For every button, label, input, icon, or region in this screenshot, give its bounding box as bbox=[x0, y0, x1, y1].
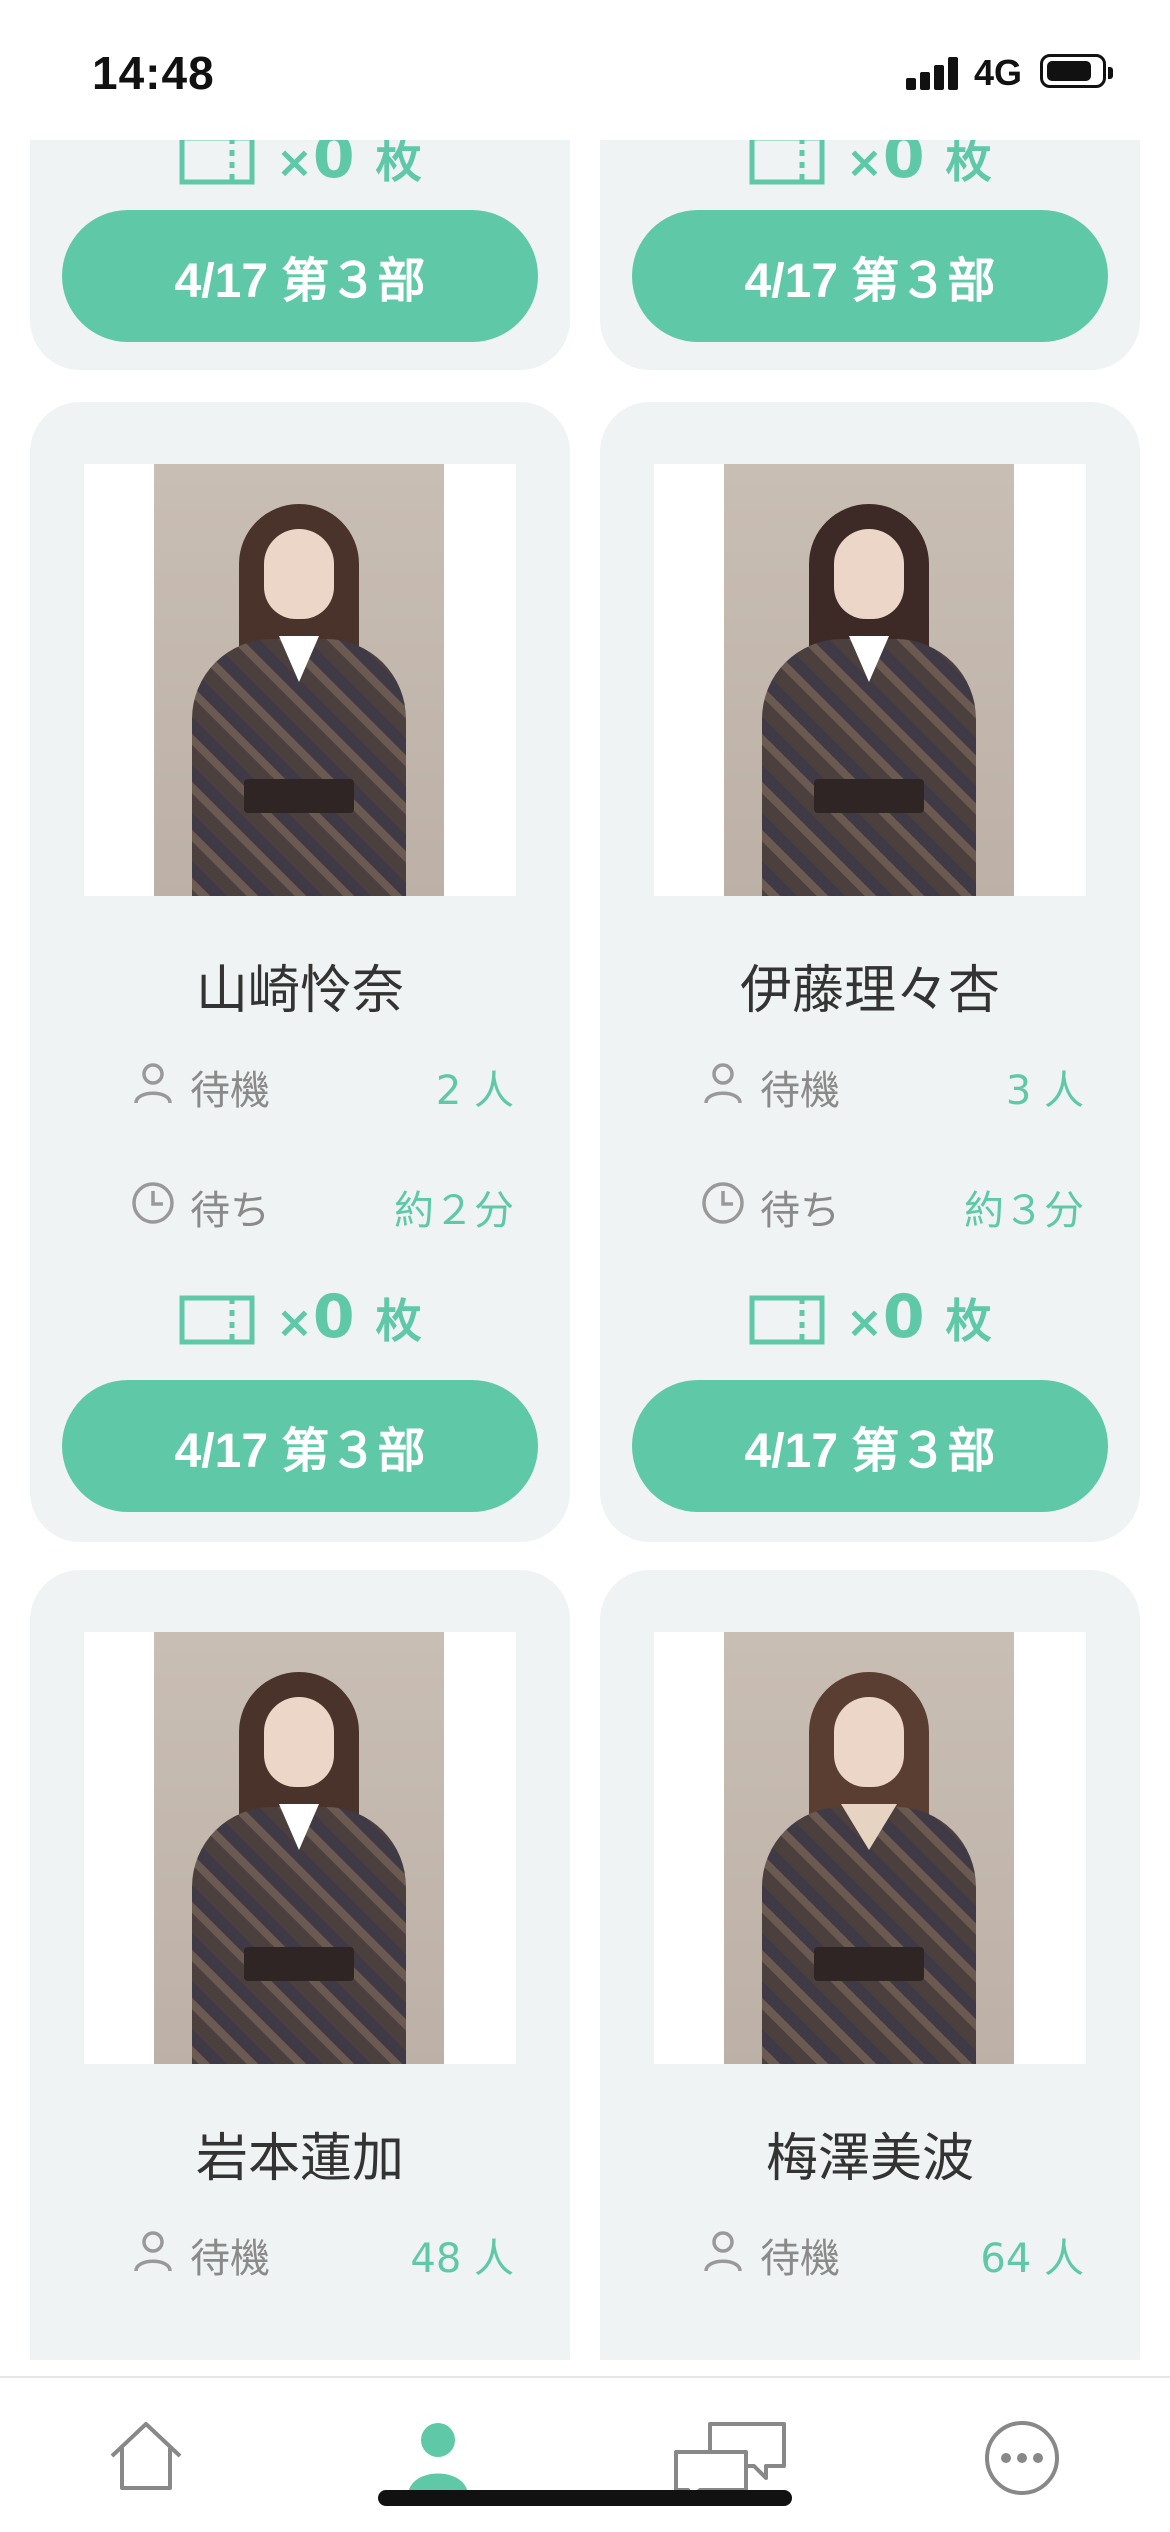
ticket-count: ×0 枚 bbox=[276, 1282, 422, 1352]
wait-count-row: 待機 2 人 bbox=[130, 1054, 530, 1114]
member-photo-frame bbox=[84, 464, 516, 896]
time-value: 約２分 bbox=[394, 1188, 514, 1234]
clock-icon bbox=[132, 1182, 174, 1224]
session-button[interactable]: 4/17 第３部 bbox=[632, 1380, 1108, 1512]
ticket-icon bbox=[179, 1295, 255, 1345]
wait-value: 48 人 bbox=[410, 2236, 514, 2282]
member-photo bbox=[724, 1632, 1014, 2064]
network-type: 4G bbox=[974, 52, 1023, 93]
person-icon bbox=[704, 1063, 742, 1104]
wait-label: 待機 bbox=[190, 2236, 270, 2282]
wait-count-row: 待機 3 人 bbox=[700, 1054, 1100, 1114]
wait-value: 2 人 bbox=[435, 1068, 514, 1114]
person-icon bbox=[134, 1063, 172, 1104]
person-icon bbox=[704, 2231, 742, 2272]
session-button[interactable]: 4/17 第３部 bbox=[632, 210, 1108, 342]
tab-members[interactable] bbox=[292, 2378, 584, 2532]
tab-messages[interactable] bbox=[584, 2378, 876, 2532]
wait-time-row: 待ち 約３分 bbox=[700, 1174, 1100, 1234]
wait-time-row: 待ち 約２分 bbox=[130, 1174, 530, 1234]
ticket-icon bbox=[749, 1295, 825, 1345]
member-card[interactable]: 伊藤理々杏 待機 3 人 待ち 約３分 ×0 枚 4/17 第３部 bbox=[600, 402, 1140, 1542]
tab-home[interactable] bbox=[0, 2378, 292, 2532]
more-icon bbox=[985, 2421, 1059, 2495]
member-photo bbox=[724, 464, 1014, 896]
status-time: 14:48 bbox=[92, 47, 215, 99]
ticket-count: ×0 枚 bbox=[846, 1282, 992, 1352]
wait-count-row: 待機 64 人 bbox=[700, 2222, 1100, 2282]
ticket-icon bbox=[179, 135, 255, 185]
person-icon bbox=[408, 2423, 468, 2496]
wait-count-row: 待機 48 人 bbox=[130, 2222, 530, 2282]
home-icon bbox=[110, 2422, 182, 2490]
member-name: 岩本蓮加 bbox=[195, 2129, 404, 2189]
person-icon bbox=[134, 2231, 172, 2272]
wait-value: 3 人 bbox=[1005, 1068, 1084, 1114]
member-card[interactable]: 岩本蓮加 待機 48 人 bbox=[30, 1570, 570, 2360]
wait-value: 64 人 bbox=[980, 2236, 1084, 2282]
member-photo-frame bbox=[84, 1632, 516, 2064]
ticket-count-row: ×0 枚 bbox=[30, 1282, 570, 1356]
member-photo-frame bbox=[654, 1632, 1086, 2064]
ticket-count-row: ×0 枚 bbox=[600, 1282, 1140, 1356]
app-screen: 14:48 4G ×0 枚 4/17 第３部 ×0 枚 4/17 第３部 山崎怜… bbox=[0, 0, 1170, 2532]
status-bar: 14:48 4G bbox=[0, 0, 1170, 140]
time-label: 待ち bbox=[760, 1188, 840, 1234]
clock-icon bbox=[702, 1182, 744, 1224]
tab-bar bbox=[0, 2376, 1170, 2532]
time-label: 待ち bbox=[190, 1188, 270, 1234]
session-button[interactable]: 4/17 第３部 bbox=[62, 210, 538, 342]
member-photo bbox=[154, 1632, 444, 2064]
wait-label: 待機 bbox=[760, 2236, 840, 2282]
wait-label: 待機 bbox=[760, 1068, 840, 1114]
member-card[interactable]: 梅澤美波 待機 64 人 bbox=[600, 1570, 1140, 2360]
ticket-icon bbox=[749, 135, 825, 185]
member-name: 伊藤理々杏 bbox=[739, 961, 1000, 1021]
home-indicator bbox=[378, 2490, 792, 2506]
battery-icon bbox=[1040, 54, 1113, 88]
signal-strength-icon bbox=[906, 56, 962, 90]
wait-label: 待機 bbox=[190, 1068, 270, 1114]
member-name: 梅澤美波 bbox=[765, 2129, 974, 2189]
member-photo bbox=[154, 464, 444, 896]
session-button[interactable]: 4/17 第３部 bbox=[62, 1380, 538, 1512]
member-grid[interactable]: ×0 枚 4/17 第３部 ×0 枚 4/17 第３部 山崎怜奈 待機 2 人 … bbox=[0, 0, 1170, 2360]
member-card[interactable]: 山崎怜奈 待機 2 人 待ち 約２分 ×0 枚 4/17 第３部 bbox=[30, 402, 570, 1542]
tab-more[interactable] bbox=[876, 2378, 1168, 2532]
member-name: 山崎怜奈 bbox=[195, 961, 404, 1021]
member-photo-frame bbox=[654, 464, 1086, 896]
time-value: 約３分 bbox=[964, 1188, 1084, 1234]
